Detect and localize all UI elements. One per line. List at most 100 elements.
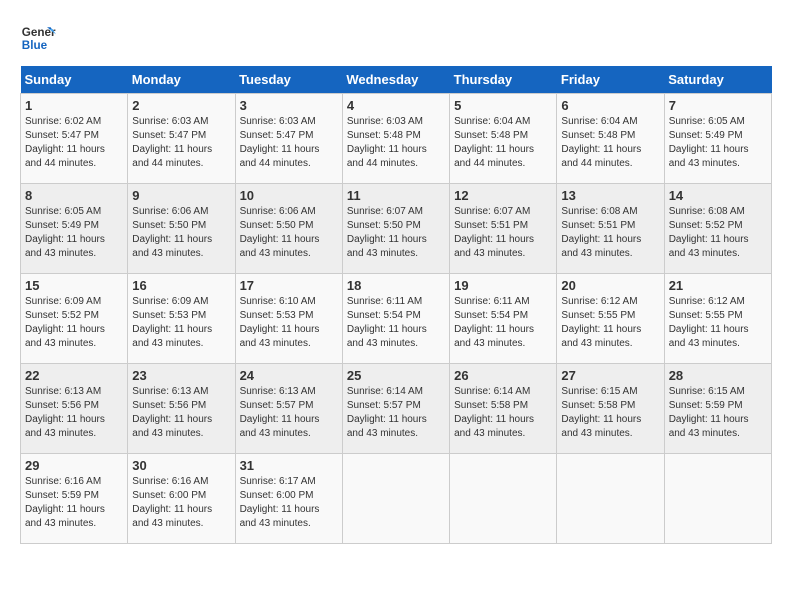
day-cell-28: 28 Sunrise: 6:15 AMSunset: 5:59 PMDayligh… — [664, 364, 771, 454]
column-header-wednesday: Wednesday — [342, 66, 449, 94]
day-cell-7: 7 Sunrise: 6:05 AMSunset: 5:49 PMDaylight… — [664, 94, 771, 184]
day-cell-5: 5 Sunrise: 6:04 AMSunset: 5:48 PMDaylight… — [450, 94, 557, 184]
day-info: Sunrise: 6:05 AMSunset: 5:49 PMDaylight:… — [669, 116, 749, 169]
day-cell-8: 8Sunrise: 6:05 AMSunset: 5:49 PMDaylight… — [21, 184, 128, 274]
day-info: Sunrise: 6:08 AMSunset: 5:51 PMDaylight:… — [561, 206, 641, 259]
day-info: Sunrise: 6:12 AMSunset: 5:55 PMDaylight:… — [561, 296, 641, 349]
day-cell-2: 2 Sunrise: 6:03 AMSunset: 5:47 PMDaylight… — [128, 94, 235, 184]
day-cell-30: 30 Sunrise: 6:16 AMSunset: 6:00 PMDayligh… — [128, 454, 235, 544]
day-number: 1 — [25, 98, 123, 113]
day-info: Sunrise: 6:03 AMSunset: 5:47 PMDaylight:… — [240, 116, 320, 169]
day-info: Sunrise: 6:13 AMSunset: 5:57 PMDaylight:… — [240, 386, 320, 439]
day-cell-31: 31 Sunrise: 6:17 AMSunset: 6:00 PMDayligh… — [235, 454, 342, 544]
day-info: Sunrise: 6:03 AMSunset: 5:47 PMDaylight:… — [132, 116, 212, 169]
day-cell-19: 19 Sunrise: 6:11 AMSunset: 5:54 PMDayligh… — [450, 274, 557, 364]
day-info: Sunrise: 6:09 AMSunset: 5:53 PMDaylight:… — [132, 296, 212, 349]
day-cell-29: 29 Sunrise: 6:16 AMSunset: 5:59 PMDayligh… — [21, 454, 128, 544]
day-cell-25: 25 Sunrise: 6:14 AMSunset: 5:57 PMDayligh… — [342, 364, 449, 454]
day-info: Sunrise: 6:16 AMSunset: 5:59 PMDaylight:… — [25, 476, 105, 529]
page-header: General Blue — [20, 20, 772, 56]
day-cell-3: 3 Sunrise: 6:03 AMSunset: 5:47 PMDaylight… — [235, 94, 342, 184]
day-number: 16 — [132, 278, 230, 293]
column-header-saturday: Saturday — [664, 66, 771, 94]
day-cell-23: 23 Sunrise: 6:13 AMSunset: 5:56 PMDayligh… — [128, 364, 235, 454]
day-number: 23 — [132, 368, 230, 383]
empty-cell — [664, 454, 771, 544]
day-number: 28 — [669, 368, 767, 383]
day-info: Sunrise: 6:02 AMSunset: 5:47 PMDaylight:… — [25, 116, 105, 169]
day-number: 27 — [561, 368, 659, 383]
calendar-table: SundayMondayTuesdayWednesdayThursdayFrid… — [20, 66, 772, 544]
day-cell-10: 10Sunrise: 6:06 AMSunset: 5:50 PMDayligh… — [235, 184, 342, 274]
day-cell-4: 4 Sunrise: 6:03 AMSunset: 5:48 PMDaylight… — [342, 94, 449, 184]
day-cell-16: 16 Sunrise: 6:09 AMSunset: 5:53 PMDayligh… — [128, 274, 235, 364]
calendar-week-2: 8Sunrise: 6:05 AMSunset: 5:49 PMDaylight… — [21, 184, 772, 274]
day-number: 11 — [347, 188, 445, 203]
calendar-header-row: SundayMondayTuesdayWednesdayThursdayFrid… — [21, 66, 772, 94]
day-info: Sunrise: 6:15 AMSunset: 5:58 PMDaylight:… — [561, 386, 641, 439]
svg-text:Blue: Blue — [22, 39, 48, 52]
day-number: 5 — [454, 98, 552, 113]
empty-cell — [342, 454, 449, 544]
day-cell-22: 22Sunrise: 6:13 AMSunset: 5:56 PMDayligh… — [21, 364, 128, 454]
day-number: 10 — [240, 188, 338, 203]
day-cell-9: 9 Sunrise: 6:06 AMSunset: 5:50 PMDaylight… — [128, 184, 235, 274]
day-number: 6 — [561, 98, 659, 113]
day-cell-24: 24 Sunrise: 6:13 AMSunset: 5:57 PMDayligh… — [235, 364, 342, 454]
column-header-sunday: Sunday — [21, 66, 128, 94]
day-number: 17 — [240, 278, 338, 293]
day-info: Sunrise: 6:16 AMSunset: 6:00 PMDaylight:… — [132, 476, 212, 529]
day-number: 30 — [132, 458, 230, 473]
day-number: 29 — [25, 458, 123, 473]
day-number: 14 — [669, 188, 767, 203]
day-number: 22 — [25, 368, 123, 383]
day-info: Sunrise: 6:07 AMSunset: 5:50 PMDaylight:… — [347, 206, 427, 259]
day-cell-12: 12 Sunrise: 6:07 AMSunset: 5:51 PMDayligh… — [450, 184, 557, 274]
day-cell-6: 6Sunrise: 6:04 AMSunset: 5:48 PMDaylight… — [557, 94, 664, 184]
empty-cell — [557, 454, 664, 544]
day-info: Sunrise: 6:17 AMSunset: 6:00 PMDaylight:… — [240, 476, 320, 529]
day-cell-18: 18 Sunrise: 6:11 AMSunset: 5:54 PMDayligh… — [342, 274, 449, 364]
logo: General Blue — [20, 20, 56, 56]
day-info: Sunrise: 6:15 AMSunset: 5:59 PMDaylight:… — [669, 386, 749, 439]
day-cell-15: 15 Sunrise: 6:09 AMSunset: 5:52 PMDayligh… — [21, 274, 128, 364]
day-info: Sunrise: 6:08 AMSunset: 5:52 PMDaylight:… — [669, 206, 749, 259]
day-number: 31 — [240, 458, 338, 473]
day-number: 3 — [240, 98, 338, 113]
day-number: 19 — [454, 278, 552, 293]
logo-icon: General Blue — [20, 20, 56, 56]
day-info: Sunrise: 6:04 AMSunset: 5:48 PMDaylight:… — [454, 116, 534, 169]
column-header-tuesday: Tuesday — [235, 66, 342, 94]
day-number: 2 — [132, 98, 230, 113]
day-info: Sunrise: 6:03 AMSunset: 5:48 PMDaylight:… — [347, 116, 427, 169]
day-info: Sunrise: 6:06 AMSunset: 5:50 PMDaylight:… — [132, 206, 212, 259]
day-info: Sunrise: 6:07 AMSunset: 5:51 PMDaylight:… — [454, 206, 534, 259]
day-number: 9 — [132, 188, 230, 203]
day-number: 7 — [669, 98, 767, 113]
day-number: 21 — [669, 278, 767, 293]
day-number: 13 — [561, 188, 659, 203]
day-cell-17: 17Sunrise: 6:10 AMSunset: 5:53 PMDayligh… — [235, 274, 342, 364]
day-number: 12 — [454, 188, 552, 203]
day-number: 24 — [240, 368, 338, 383]
day-info: Sunrise: 6:13 AMSunset: 5:56 PMDaylight:… — [132, 386, 212, 439]
day-info: Sunrise: 6:12 AMSunset: 5:55 PMDaylight:… — [669, 296, 749, 349]
day-info: Sunrise: 6:09 AMSunset: 5:52 PMDaylight:… — [25, 296, 105, 349]
empty-cell — [450, 454, 557, 544]
day-info: Sunrise: 6:11 AMSunset: 5:54 PMDaylight:… — [347, 296, 427, 349]
day-info: Sunrise: 6:14 AMSunset: 5:58 PMDaylight:… — [454, 386, 534, 439]
day-number: 18 — [347, 278, 445, 293]
column-header-friday: Friday — [557, 66, 664, 94]
calendar-week-3: 15 Sunrise: 6:09 AMSunset: 5:52 PMDayligh… — [21, 274, 772, 364]
day-number: 15 — [25, 278, 123, 293]
day-cell-27: 27 Sunrise: 6:15 AMSunset: 5:58 PMDayligh… — [557, 364, 664, 454]
day-cell-1: 1 Sunrise: 6:02 AMSunset: 5:47 PMDaylight… — [21, 94, 128, 184]
day-info: Sunrise: 6:11 AMSunset: 5:54 PMDaylight:… — [454, 296, 534, 349]
column-header-monday: Monday — [128, 66, 235, 94]
day-info: Sunrise: 6:14 AMSunset: 5:57 PMDaylight:… — [347, 386, 427, 439]
column-header-thursday: Thursday — [450, 66, 557, 94]
day-cell-21: 21 Sunrise: 6:12 AMSunset: 5:55 PMDayligh… — [664, 274, 771, 364]
day-number: 25 — [347, 368, 445, 383]
day-number: 4 — [347, 98, 445, 113]
day-cell-20: 20Sunrise: 6:12 AMSunset: 5:55 PMDayligh… — [557, 274, 664, 364]
